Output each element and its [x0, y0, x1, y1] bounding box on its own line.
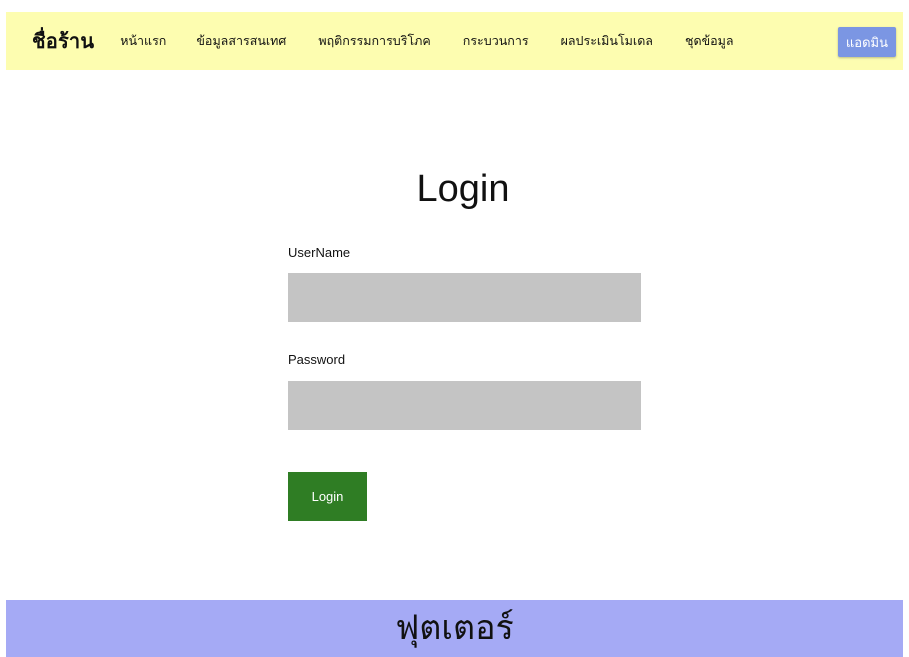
username-input[interactable] [288, 273, 641, 322]
page-title: Login [416, 168, 510, 210]
footer: ฟุตเตอร์ [6, 600, 903, 657]
admin-button[interactable]: แอดมิน [837, 27, 896, 57]
nav-item-information[interactable]: ข้อมูลสารสนเทศ [196, 31, 286, 51]
nav-item-process[interactable]: กระบวนการ [463, 31, 529, 51]
password-input[interactable] [288, 381, 641, 430]
nav-item-home[interactable]: หน้าแรก [120, 31, 166, 51]
password-label: Password [288, 352, 346, 367]
top-navbar: ชื่อร้าน หน้าแรก ข้อมูลสารสนเทศ พฤติกรรม… [6, 12, 903, 70]
footer-text: ฟุตเตอร์ [395, 608, 514, 648]
login-button[interactable]: Login [288, 472, 367, 521]
nav-item-model-evaluation[interactable]: ผลประเมินโมเดล [561, 31, 653, 51]
brand-logo[interactable]: ชื่อร้าน [32, 25, 94, 57]
nav-item-consumer-behavior[interactable]: พฤติกรรมการบริโภค [318, 31, 430, 51]
nav-item-dataset[interactable]: ชุดข้อมูล [685, 31, 734, 51]
username-label: UserName [288, 245, 351, 260]
